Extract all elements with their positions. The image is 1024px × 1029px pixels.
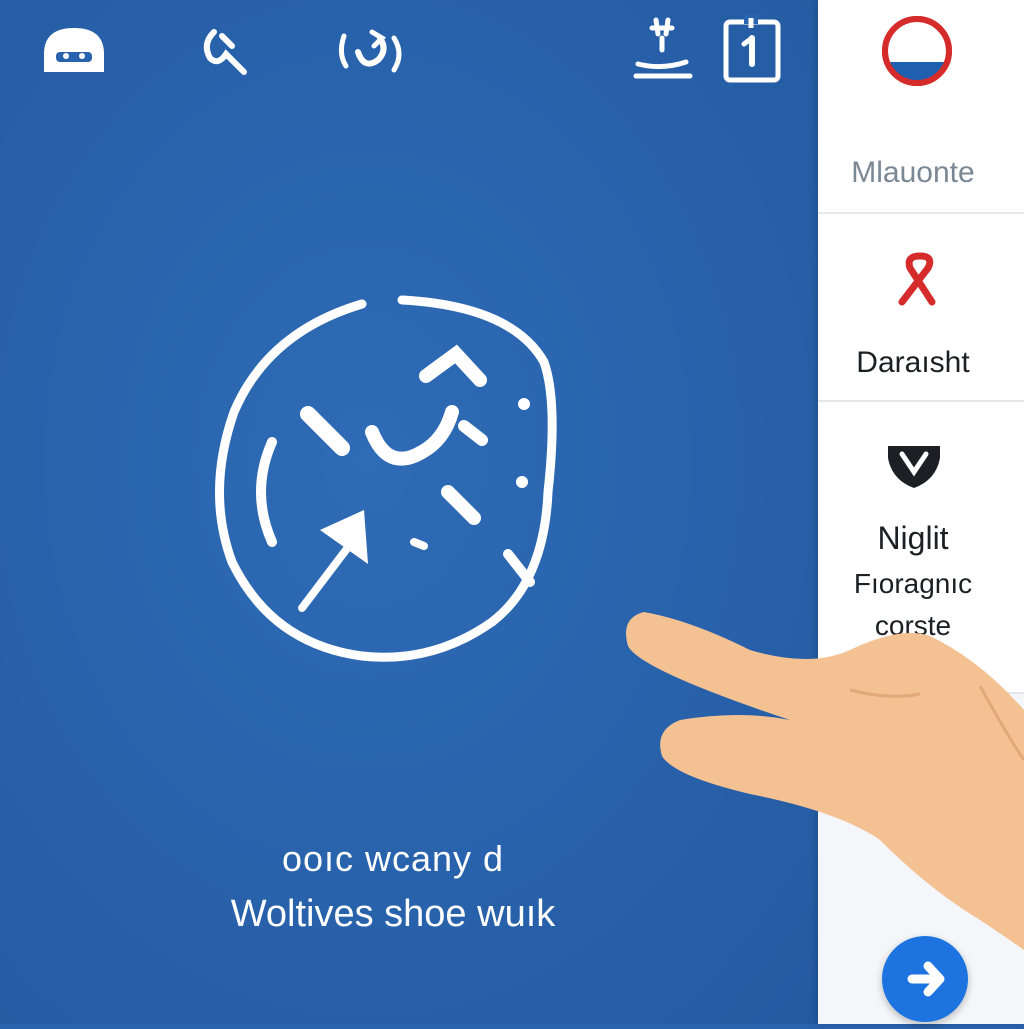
side-panel: Mlauonte Daraısht Niglit Fıoragnıc corst…: [818, 0, 1024, 1024]
panel-item-niglit[interactable]: Niglit Fıoragnıc corste: [818, 402, 1024, 694]
panel-item-sublabel: corste: [874, 610, 952, 641]
top-toolbar: [0, 0, 818, 110]
red-ribbon-icon: [888, 250, 944, 310]
anchor-settings-icon[interactable]: [628, 14, 700, 86]
panel-item-label: Mlauonte: [851, 156, 975, 189]
caption-line-2: Woltives shoe wuık: [230, 893, 556, 935]
panel-item-label: Daraısht: [856, 346, 970, 379]
half-filled-circle-icon: [880, 14, 954, 88]
play-arrow-icon: [907, 961, 945, 997]
play-button[interactable]: [882, 936, 968, 1022]
document-info-icon[interactable]: [716, 14, 788, 86]
panel-item-label: Niglit: [877, 520, 949, 556]
globe-arrow-icon: [212, 292, 572, 672]
refresh-gesture-icon[interactable]: [334, 14, 406, 86]
shield-icon: [886, 444, 942, 490]
cloud-dashboard-icon[interactable]: [38, 14, 110, 86]
panel-item-sublabel: Fıoragnıc: [853, 568, 973, 599]
panel-item-daraisht[interactable]: Daraısht: [818, 214, 1024, 402]
swipe-gesture-icon[interactable]: [192, 14, 264, 86]
caption-line-1: ooıc wcany d: [281, 838, 505, 879]
main-canvas: ooıc wcany d Woltives shoe wuık: [0, 0, 818, 1024]
panel-item-mlauonte[interactable]: Mlauonte: [818, 0, 1024, 214]
